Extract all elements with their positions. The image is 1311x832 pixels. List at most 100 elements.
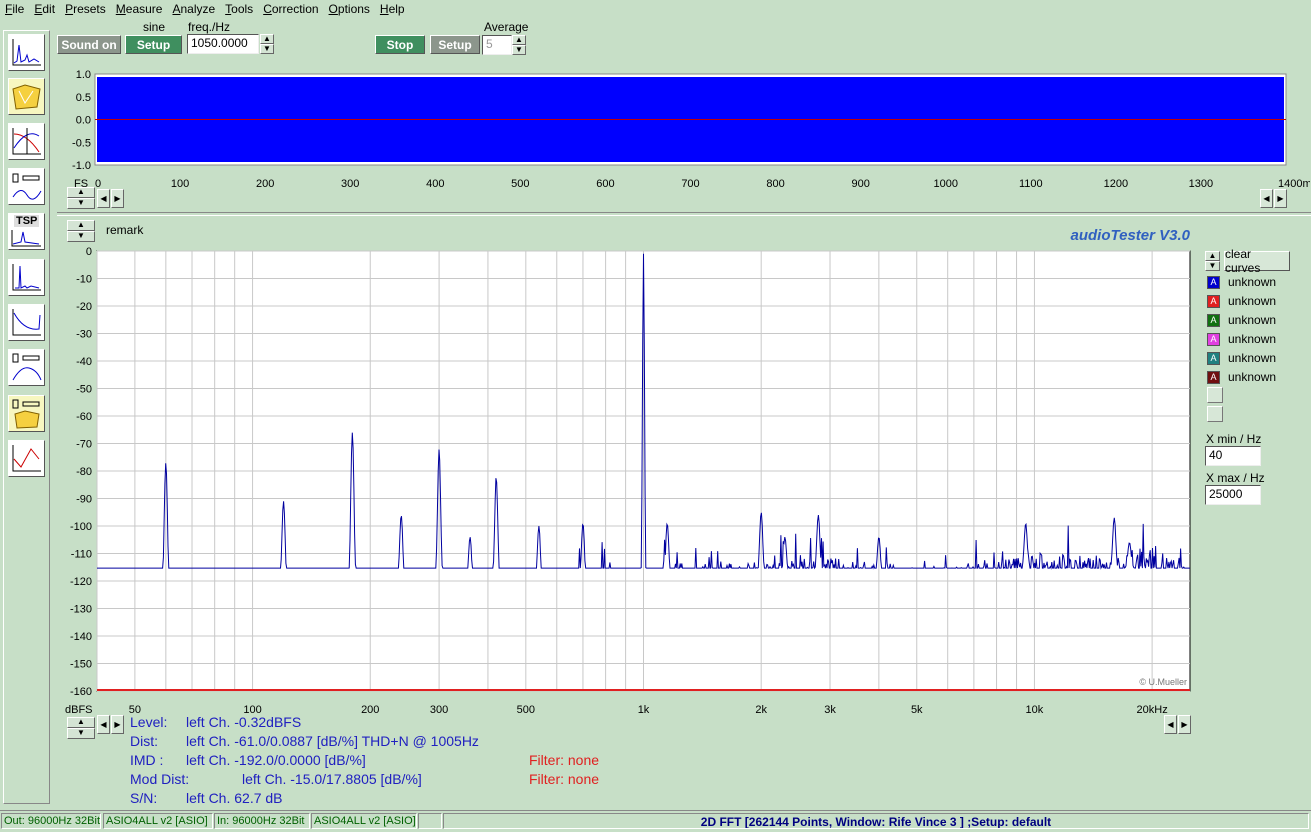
- copyright-label: © U.Mueller: [1139, 677, 1187, 687]
- fft-x-tick: 300: [430, 704, 448, 716]
- decay-icon: [12, 309, 41, 336]
- remark-label: remark: [106, 223, 144, 237]
- legend-label: unknown: [1228, 275, 1277, 289]
- legend-color-swatch: A: [1207, 332, 1220, 346]
- open-file-button[interactable]: [8, 78, 45, 115]
- legend-empty-slot[interactable]: [1207, 406, 1223, 422]
- scope-scroll-right-button-2[interactable]: ▶: [1274, 189, 1287, 208]
- scope-scroll-left-button[interactable]: ◀: [97, 189, 110, 208]
- x-min-input[interactable]: 40: [1205, 446, 1261, 466]
- tsp-label: TSP: [14, 215, 40, 227]
- average-down-button[interactable]: ▼: [512, 45, 526, 55]
- scope-y-tick: -0.5: [72, 137, 91, 149]
- freq-down-button[interactable]: ▼: [260, 44, 274, 54]
- decay-tool-button[interactable]: [8, 304, 45, 341]
- legend-item[interactable]: Aunknown: [1207, 293, 1276, 309]
- fft-y-tick: -30: [76, 329, 92, 341]
- x-max-input[interactable]: 25000: [1205, 485, 1261, 505]
- fft-y-tick: -20: [76, 301, 92, 313]
- fft-zoom-down-button[interactable]: ▼: [67, 728, 95, 739]
- menu-tools[interactable]: Tools: [220, 2, 258, 16]
- scope-x-tick: 500: [511, 178, 529, 190]
- scope-x-tick: 700: [681, 178, 699, 190]
- left-toolbar: TSP: [3, 30, 50, 804]
- scope-scroll-left-button-2[interactable]: ◀: [1260, 189, 1273, 208]
- moddist-value: left Ch. -15.0/17.8805 [dB/%]: [242, 771, 422, 787]
- bode-icon: [12, 128, 41, 155]
- fft-y-tick: -150: [70, 659, 92, 671]
- average-up-button[interactable]: ▲: [512, 35, 526, 45]
- menu-file[interactable]: File: [0, 2, 29, 16]
- impulse-tool-button[interactable]: [8, 259, 45, 296]
- spectrum-icon: [12, 39, 41, 66]
- legend-up-button[interactable]: ▲: [1205, 251, 1220, 261]
- fft-x-tick: 200: [361, 704, 379, 716]
- folder-icon: [12, 84, 41, 110]
- fft-x-tick: 1k: [638, 704, 650, 716]
- menu-analyze[interactable]: Analyze: [167, 2, 220, 16]
- bode-tool-button[interactable]: [8, 123, 45, 160]
- sound-on-button[interactable]: Sound on: [57, 35, 121, 54]
- freq-up-button[interactable]: ▲: [260, 34, 274, 44]
- menu-options[interactable]: Options: [324, 2, 375, 16]
- average-input[interactable]: 5: [482, 35, 512, 55]
- sn-value: left Ch. 62.7 dB: [186, 790, 283, 806]
- fft-chart: 0 -10 -20 -30 -40 -50 -60 -70 -80 -90 -100 -110 -120…: [65, 246, 1191, 716]
- crossover-tool-button[interactable]: [8, 349, 45, 386]
- legend-item[interactable]: Aunknown: [1207, 274, 1276, 290]
- menu-edit[interactable]: Edit: [29, 2, 60, 16]
- legend-label: unknown: [1228, 332, 1277, 346]
- menu-measure[interactable]: Measure: [111, 2, 168, 16]
- fft-y-tick: -130: [70, 604, 92, 616]
- speaker-icon: [12, 173, 42, 200]
- fft-scroll-right-button[interactable]: ▶: [111, 715, 124, 734]
- fft-zoom-up-button[interactable]: ▲: [67, 717, 95, 728]
- analyzer-setup-button[interactable]: Setup: [430, 35, 480, 54]
- fft-y-tick: -90: [76, 494, 92, 506]
- moddist-filter: Filter: none: [529, 771, 600, 787]
- clear-curves-button[interactable]: clear curves: [1224, 247, 1290, 275]
- speaker-open-button[interactable]: [8, 395, 45, 432]
- menu-correction[interactable]: Correction: [258, 2, 323, 16]
- legend-item[interactable]: Aunknown: [1207, 350, 1276, 366]
- status-blank: [418, 813, 442, 829]
- menu-presets[interactable]: Presets: [60, 2, 111, 16]
- impulse-icon: [12, 264, 41, 291]
- freq-input[interactable]: 1050.0000: [187, 34, 259, 54]
- fft-y-tick: -160: [70, 686, 92, 698]
- scope-x-tick: 300: [341, 178, 359, 190]
- sweep-tool-button[interactable]: [8, 440, 45, 477]
- x-min-label: X min / Hz: [1206, 432, 1262, 446]
- stop-button[interactable]: Stop: [375, 35, 425, 54]
- fft-scroll-left-button[interactable]: ◀: [97, 715, 110, 734]
- imd-value: left Ch. -192.0/0.0000 [dB/%]: [186, 752, 366, 768]
- legend-item[interactable]: Aunknown: [1207, 312, 1276, 328]
- fft-y-tick: -120: [70, 576, 92, 588]
- generator-setup-button[interactable]: Setup: [125, 35, 182, 54]
- fft-scroll-right-button-2[interactable]: ▶: [1178, 715, 1191, 734]
- remark-down-button[interactable]: ▼: [67, 231, 95, 242]
- scope-x-tick: 800: [766, 178, 784, 190]
- fft-x-tick: 3k: [824, 704, 836, 716]
- legend-down-button[interactable]: ▼: [1205, 261, 1220, 271]
- speaker-folder-icon: [12, 399, 40, 429]
- spectrum-tool-button[interactable]: [8, 34, 45, 71]
- menu-help[interactable]: Help: [375, 2, 410, 16]
- fft-scroll-left-button-2[interactable]: ◀: [1164, 715, 1177, 734]
- scope-scroll-right-button[interactable]: ▶: [111, 189, 124, 208]
- legend-item[interactable]: Aunknown: [1207, 331, 1276, 347]
- tsp-tool-button[interactable]: TSP: [8, 213, 45, 250]
- legend-item[interactable]: Aunknown: [1207, 369, 1276, 385]
- scope-x-tick: 900: [851, 178, 869, 190]
- remark-up-button[interactable]: ▲: [67, 220, 95, 231]
- legend-empty-slot[interactable]: [1207, 387, 1223, 403]
- crossover-icon: [12, 353, 42, 381]
- app-title: audioTester V3.0: [1070, 227, 1191, 244]
- speaker-tool-button[interactable]: [8, 168, 45, 205]
- scope-zoom-down-button[interactable]: ▼: [67, 198, 95, 209]
- fft-x-tick: 5k: [911, 704, 923, 716]
- fft-y-tick: -10: [76, 274, 92, 286]
- sn-label: S/N:: [130, 790, 158, 806]
- scope-zoom-up-button[interactable]: ▲: [67, 187, 95, 198]
- legend-label: unknown: [1228, 351, 1277, 365]
